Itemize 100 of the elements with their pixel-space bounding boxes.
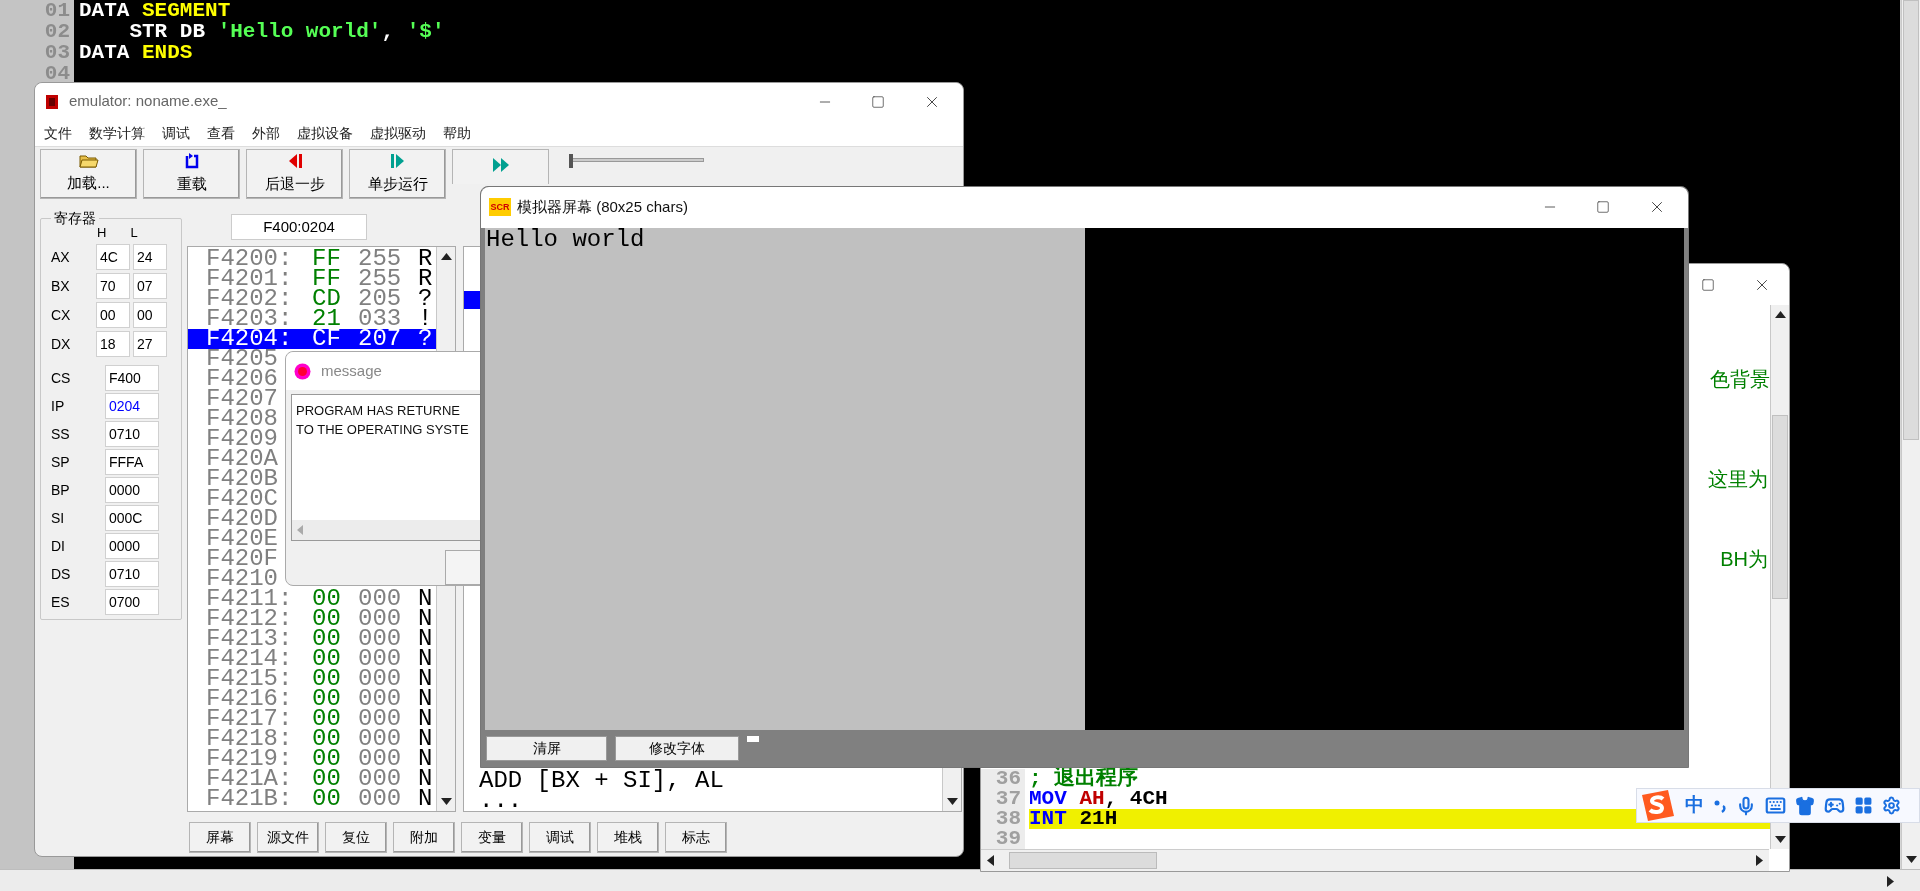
register-field[interactable]: 07 xyxy=(133,273,167,299)
register-field[interactable]: 0000 xyxy=(105,477,159,503)
code-line: ... xyxy=(478,791,524,811)
run-icon xyxy=(490,156,511,174)
register-field[interactable]: 0204 xyxy=(105,393,159,419)
register-field[interactable]: 0000 xyxy=(105,533,159,559)
register-label: CX xyxy=(51,305,72,325)
memory-row[interactable]: F421B: 00 000 N xyxy=(188,789,436,809)
menu-item[interactable]: 外部 xyxy=(252,122,280,144)
scroll-down-icon[interactable] xyxy=(947,798,958,805)
menu-item[interactable]: 帮助 xyxy=(443,122,471,144)
screen-button[interactable]: 修改字体 xyxy=(615,736,739,762)
slider-thumb[interactable] xyxy=(569,154,573,168)
panel-button[interactable]: 堆栈 xyxy=(597,822,659,853)
run-button[interactable] xyxy=(452,149,549,184)
memory-row[interactable]: F4214: 00 000 N xyxy=(188,649,436,669)
register-label: ES xyxy=(51,592,71,612)
maximize-icon[interactable] xyxy=(1596,200,1610,215)
memory-row[interactable]: F4202: CD 205 ? xyxy=(188,289,436,309)
screen-button[interactable]: 清屏 xyxy=(486,736,607,762)
scroll-down-icon[interactable] xyxy=(1775,836,1786,844)
line-number: 03 xyxy=(44,42,70,63)
code-line: INT 21H xyxy=(1029,809,1118,830)
address-field[interactable]: F400:0204 xyxy=(231,214,367,240)
line-number: 36 xyxy=(995,769,1021,790)
register-label: SP xyxy=(51,452,71,472)
register-field[interactable]: 0700 xyxy=(105,589,159,615)
maximize-icon[interactable] xyxy=(1701,277,1715,292)
microphone-icon[interactable] xyxy=(1736,795,1756,816)
panel-button[interactable]: 附加 xyxy=(393,822,455,853)
register-field[interactable]: 0710 xyxy=(105,561,159,587)
menu-item[interactable]: 调试 xyxy=(162,122,190,144)
menu-item[interactable]: 数学计算 xyxy=(89,122,145,144)
scroll-right-icon[interactable] xyxy=(1887,876,1894,887)
grid-icon[interactable] xyxy=(1854,796,1873,815)
register-label: SI xyxy=(51,508,66,528)
memory-row[interactable]: F4215: 00 000 N xyxy=(188,669,436,689)
memory-row[interactable]: F4219: 00 000 N xyxy=(188,749,436,769)
register-field[interactable]: 27 xyxy=(133,331,167,357)
register-field[interactable]: 70 xyxy=(96,273,130,299)
register-field[interactable]: 00 xyxy=(96,302,130,328)
comment-text: 这里为 xyxy=(1708,467,1768,492)
register-field[interactable]: 00 xyxy=(133,302,167,328)
screen-text: Hello world xyxy=(486,225,645,253)
message-text: TO THE OPERATING SYSTE xyxy=(296,421,470,439)
panel-button[interactable]: 调试 xyxy=(529,822,591,853)
memory-row[interactable]: F421A: 00 000 N xyxy=(188,769,436,789)
scroll-left-icon[interactable] xyxy=(987,855,994,867)
scroll-up-icon[interactable] xyxy=(1775,311,1786,319)
register-field[interactable]: 4C xyxy=(96,244,130,270)
dialog-title: message xyxy=(321,360,382,381)
toolbar-button[interactable]: 重载 xyxy=(143,149,240,199)
scroll-thumb[interactable] xyxy=(1903,0,1919,440)
shirt-icon[interactable] xyxy=(1795,795,1815,816)
app-logo: SCR xyxy=(489,198,511,217)
panel-button[interactable]: 屏幕 xyxy=(189,822,251,853)
scroll-down-icon[interactable] xyxy=(441,798,452,805)
code-line: STR DB 'Hello world', '$' xyxy=(128,21,445,42)
memory-row[interactable]: F4217: 00 000 N xyxy=(188,709,436,729)
memory-row[interactable]: F4201: FF 255 R xyxy=(188,269,436,289)
memory-row[interactable]: F4203: 21 033 ! xyxy=(188,309,436,329)
memory-row[interactable]: F4200: FF 255 R xyxy=(188,249,436,269)
memory-row[interactable]: F4211: 00 000 N xyxy=(188,589,436,609)
register-label: BX xyxy=(51,276,71,296)
panel-button[interactable]: 复位 xyxy=(325,822,387,853)
menu-item[interactable]: 虚拟设备 xyxy=(297,122,353,144)
gamepad-icon[interactable] xyxy=(1824,795,1845,816)
memory-row[interactable]: F4213: 00 000 N xyxy=(188,629,436,649)
settings-icon[interactable] xyxy=(1882,796,1901,815)
register-field[interactable]: F400 xyxy=(105,365,159,391)
keyboard-icon[interactable] xyxy=(1765,795,1786,816)
register-field[interactable]: FFFA xyxy=(105,449,159,475)
scroll-down-icon[interactable] xyxy=(1906,856,1917,863)
menu-item[interactable]: 文件 xyxy=(44,122,72,144)
ime-mode[interactable]: 中 xyxy=(1685,791,1704,820)
menu-item[interactable]: 虚拟驱动 xyxy=(370,122,426,144)
scroll-right-icon[interactable] xyxy=(1756,855,1763,867)
maximize-icon[interactable] xyxy=(871,94,885,109)
panel-button[interactable]: 源文件 xyxy=(257,822,319,853)
register-field[interactable]: 24 xyxy=(133,244,167,270)
toolbar-button[interactable]: 单步运行 xyxy=(349,149,446,199)
toolbar-button[interactable]: 后退一步 xyxy=(246,149,343,199)
register-field[interactable]: 000C xyxy=(105,505,159,531)
group-label: 寄存器 xyxy=(51,209,99,227)
code-line: MOV AH, 4CH xyxy=(1029,789,1168,810)
scroll-thumb[interactable] xyxy=(1772,415,1788,600)
memory-row[interactable]: F4212: 00 000 N xyxy=(188,609,436,629)
register-field[interactable]: 18 xyxy=(96,331,130,357)
scroll-thumb[interactable] xyxy=(1009,852,1157,870)
ime-logo-icon[interactable] xyxy=(1639,789,1676,822)
panel-button[interactable]: 标志 xyxy=(665,822,727,853)
memory-row[interactable]: F4216: 00 000 N xyxy=(188,689,436,709)
memory-row[interactable]: F4218: 00 000 N xyxy=(188,729,436,749)
scroll-up-icon[interactable] xyxy=(441,253,452,260)
menu-item[interactable]: 查看 xyxy=(207,122,235,144)
line-number: 01 xyxy=(44,0,70,21)
memory-row[interactable]: F4204: CF 207 ? xyxy=(188,329,436,349)
panel-button[interactable]: 变量 xyxy=(461,822,523,853)
register-field[interactable]: 0710 xyxy=(105,421,159,447)
toolbar-button[interactable]: 加载... xyxy=(40,149,137,199)
